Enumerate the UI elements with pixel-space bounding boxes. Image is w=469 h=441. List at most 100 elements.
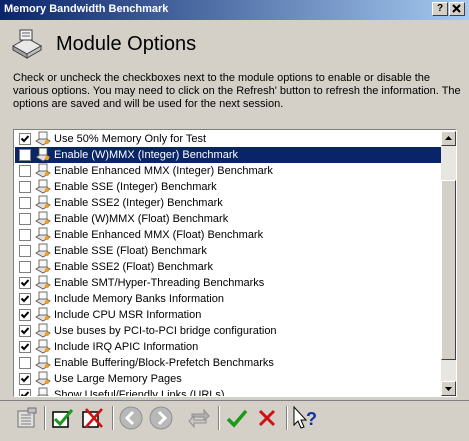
back-button[interactable] — [118, 405, 144, 431]
description-line: various options. You may need to click o… — [13, 85, 463, 98]
list-item[interactable]: Include Memory Banks Information — [15, 291, 441, 307]
list-item[interactable]: Use buses by PCI-to-PCI bridge configura… — [15, 323, 441, 339]
check-all-button[interactable] — [50, 405, 76, 431]
list-item[interactable]: Enable SSE2 (Float) Benchmark — [15, 259, 441, 275]
option-label: Enable Enhanced MMX (Integer) Benchmark — [54, 165, 273, 177]
toolbar-separator — [286, 406, 288, 430]
list-item[interactable]: Use 50% Memory Only for Test — [15, 131, 441, 147]
ok-icon — [224, 405, 250, 431]
option-module-icon — [35, 195, 51, 211]
toolbar-separator — [44, 406, 46, 430]
option-checkbox[interactable] — [19, 133, 31, 145]
option-module-icon — [35, 147, 51, 163]
option-label: Enable SSE2 (Integer) Benchmark — [54, 197, 223, 209]
uncheck-all-button[interactable] — [80, 405, 106, 431]
options-list-items: Use 50% Memory Only for Test Enable (W)MM… — [15, 131, 441, 396]
option-checkbox[interactable] — [19, 213, 31, 225]
list-item[interactable]: Enable SSE2 (Integer) Benchmark — [15, 195, 441, 211]
option-label: Enable (W)MMX (Integer) Benchmark — [54, 149, 238, 161]
list-item[interactable]: Include CPU MSR Information — [15, 307, 441, 323]
option-checkbox[interactable] — [19, 325, 31, 337]
arrow-down-icon — [442, 382, 455, 395]
uncheck-all-icon — [80, 405, 106, 431]
options-list[interactable]: Use 50% Memory Only for Test Enable (W)MM… — [13, 129, 457, 397]
check-icon — [20, 342, 30, 352]
option-module-icon — [35, 371, 51, 387]
option-label: Enable Buffering/Block-Prefetch Benchmar… — [54, 357, 274, 369]
close-button[interactable] — [449, 2, 465, 16]
option-module-icon — [35, 259, 51, 275]
page-title: Module Options — [56, 33, 196, 56]
option-checkbox[interactable] — [19, 197, 31, 209]
option-module-icon — [35, 323, 51, 339]
option-module-icon — [35, 355, 51, 371]
forward-button[interactable] — [148, 405, 174, 431]
option-module-icon — [35, 179, 51, 195]
scroll-up-button[interactable] — [441, 131, 456, 146]
option-module-icon — [35, 131, 51, 147]
option-checkbox[interactable] — [19, 309, 31, 321]
check-icon — [20, 374, 30, 384]
option-label: Use Large Memory Pages — [54, 373, 182, 385]
title-bar: Memory Bandwidth Benchmark ? — [0, 0, 469, 20]
window-title: Memory Bandwidth Benchmark — [4, 3, 168, 15]
option-module-icon — [35, 163, 51, 179]
option-checkbox[interactable] — [19, 389, 31, 396]
option-module-icon — [35, 291, 51, 307]
option-checkbox[interactable] — [19, 149, 31, 161]
option-checkbox[interactable] — [19, 245, 31, 257]
option-label: Use buses by PCI-to-PCI bridge configura… — [54, 325, 277, 337]
option-label: Enable Enhanced MMX (Float) Benchmark — [54, 229, 263, 241]
toolbar: ? — [0, 400, 469, 441]
vertical-scrollbar[interactable] — [441, 131, 456, 396]
check-icon — [20, 278, 30, 288]
option-checkbox[interactable] — [19, 165, 31, 177]
list-item[interactable]: Enable Enhanced MMX (Float) Benchmark — [15, 227, 441, 243]
refresh-button[interactable] — [186, 405, 212, 431]
list-item[interactable]: Enable Enhanced MMX (Integer) Benchmark — [15, 163, 441, 179]
help-pointer-icon: ? — [292, 405, 318, 431]
whats-this-button[interactable]: ? — [292, 405, 318, 431]
option-checkbox[interactable] — [19, 373, 31, 385]
help-button[interactable]: ? — [432, 2, 448, 16]
option-module-icon — [35, 339, 51, 355]
option-checkbox[interactable] — [19, 277, 31, 289]
scroll-thumb[interactable] — [441, 180, 456, 360]
check-all-icon — [50, 405, 76, 431]
list-item[interactable]: Enable SMT/Hyper-Threading Benchmarks — [15, 275, 441, 291]
option-module-icon — [35, 211, 51, 227]
description-line: options are saved and will be used for t… — [13, 98, 463, 111]
description-line: Check or uncheck the checkboxes next to … — [13, 72, 463, 85]
option-module-icon — [35, 243, 51, 259]
option-label: Enable SSE (Integer) Benchmark — [54, 181, 217, 193]
list-item[interactable]: Enable SSE (Float) Benchmark — [15, 243, 441, 259]
option-checkbox[interactable] — [19, 229, 31, 241]
option-label: Include IRQ APIC Information — [54, 341, 198, 353]
properties-icon — [14, 405, 40, 431]
option-checkbox[interactable] — [19, 357, 31, 369]
option-label: Include Memory Banks Information — [54, 293, 224, 305]
option-checkbox[interactable] — [19, 341, 31, 353]
list-item[interactable]: Enable (W)MMX (Integer) Benchmark — [15, 147, 441, 163]
cancel-button[interactable] — [254, 405, 280, 431]
check-icon — [20, 310, 30, 320]
option-label: Include CPU MSR Information — [54, 309, 201, 321]
scroll-down-button[interactable] — [441, 381, 456, 396]
option-module-icon — [35, 275, 51, 291]
toolbar-separator — [112, 406, 114, 430]
list-item[interactable]: Enable (W)MMX (Float) Benchmark — [15, 211, 441, 227]
close-icon — [450, 3, 464, 15]
list-item[interactable]: Show Useful/Friendly Links (URLs) — [15, 387, 441, 396]
option-module-icon — [35, 307, 51, 323]
list-item[interactable]: Include IRQ APIC Information — [15, 339, 441, 355]
option-checkbox[interactable] — [19, 181, 31, 193]
option-checkbox[interactable] — [19, 261, 31, 273]
option-checkbox[interactable] — [19, 293, 31, 305]
list-item[interactable]: Enable SSE (Integer) Benchmark — [15, 179, 441, 195]
forward-icon — [148, 405, 174, 431]
list-item[interactable]: Enable Buffering/Block-Prefetch Benchmar… — [15, 355, 441, 371]
list-item[interactable]: Use Large Memory Pages — [15, 371, 441, 387]
ok-button[interactable] — [224, 405, 250, 431]
properties-button[interactable] — [14, 405, 40, 431]
cancel-icon — [254, 405, 280, 431]
